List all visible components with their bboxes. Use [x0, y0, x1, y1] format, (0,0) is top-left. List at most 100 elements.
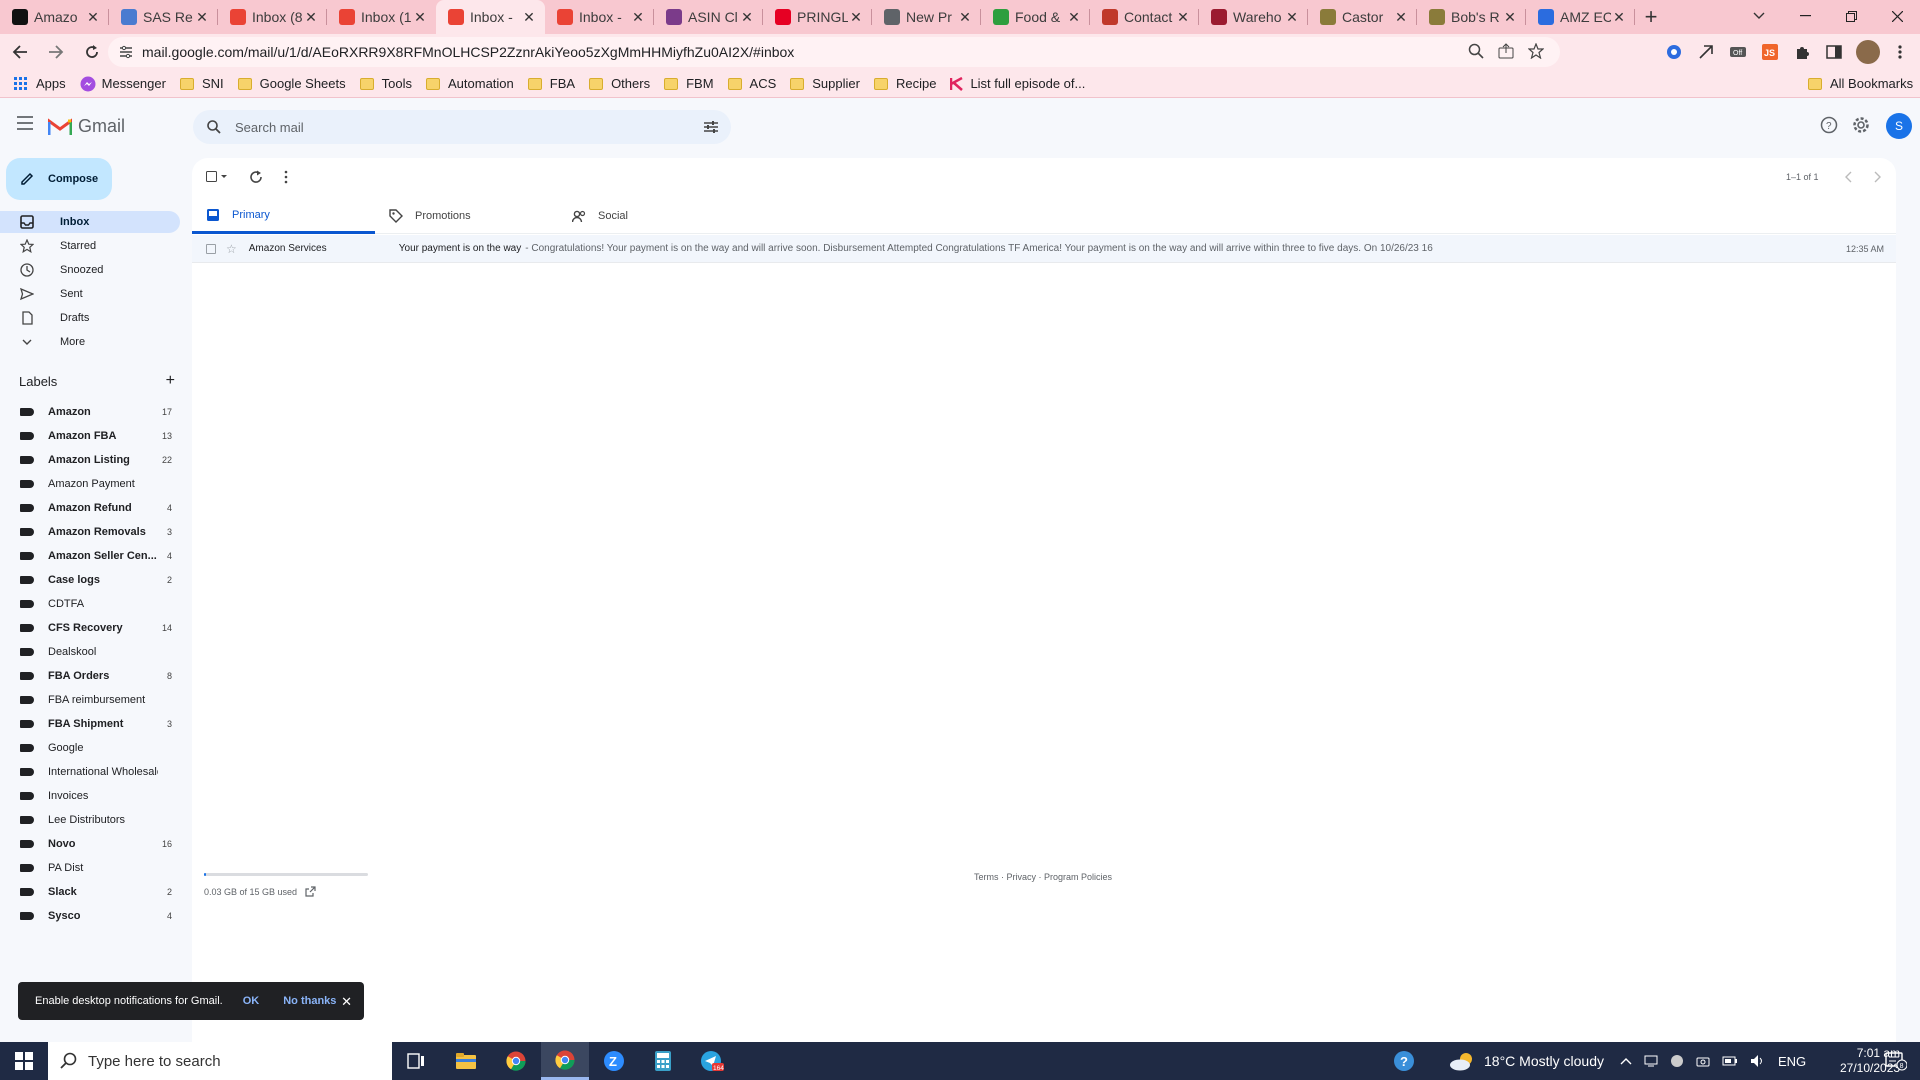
browser-tab[interactable]: Bob's R ✕ [1417, 0, 1526, 34]
chrome-profile-icon[interactable] [541, 1042, 589, 1080]
tab-primary[interactable]: Primary [192, 198, 375, 234]
bookmark-folder-tools[interactable]: Tools [359, 76, 412, 91]
close-tab-icon[interactable]: ✕ [1393, 9, 1409, 25]
bookmark-list-full-episode[interactable]: List full episode of... [950, 76, 1085, 91]
nav-item-drafts[interactable]: Drafts [0, 307, 180, 329]
browser-tab[interactable]: ASIN Cl ✕ [654, 0, 763, 34]
label-item[interactable]: CDTFA [0, 593, 180, 615]
email-checkbox[interactable] [206, 243, 216, 254]
label-item[interactable]: Dealskool [0, 641, 180, 663]
label-item[interactable]: Amazon 17 [0, 401, 180, 423]
close-tab-icon[interactable]: ✕ [848, 9, 864, 25]
label-item[interactable]: Google [0, 737, 180, 759]
task-view-icon[interactable] [392, 1042, 440, 1080]
snackbar-no-thanks-button[interactable]: No thanks [283, 995, 336, 1007]
search-mail-input[interactable]: Search mail [193, 110, 731, 144]
label-item[interactable]: Amazon Removals 3 [0, 521, 180, 543]
extension-off-icon[interactable]: Off [1728, 42, 1748, 62]
snackbar-ok-button[interactable]: OK [243, 995, 260, 1007]
new-tab-button[interactable]: + [1635, 0, 1667, 34]
label-item[interactable]: Lee Distributors [0, 809, 180, 831]
browser-menu-icon[interactable] [1890, 42, 1910, 62]
refresh-icon[interactable] [249, 170, 263, 184]
newer-page-icon[interactable] [1844, 170, 1854, 184]
label-item[interactable]: Amazon Listing 22 [0, 449, 180, 471]
bookmark-folder-automation[interactable]: Automation [426, 76, 514, 91]
help-icon[interactable]: ? [1820, 116, 1838, 134]
extension-arrow-icon[interactable] [1696, 42, 1716, 62]
extension-blue-icon[interactable] [1664, 42, 1684, 62]
reload-button[interactable] [76, 36, 108, 68]
calculator-icon[interactable] [639, 1042, 687, 1080]
browser-tab[interactable]: New Pr ✕ [872, 0, 981, 34]
label-item[interactable]: International Wholesale [0, 761, 180, 783]
browser-tab[interactable]: Inbox - ✕ [436, 0, 545, 34]
label-item[interactable]: Amazon FBA 13 [0, 425, 180, 447]
browser-tab[interactable]: Contact ✕ [1090, 0, 1199, 34]
notifications-icon[interactable]: 8 [1872, 1042, 1920, 1080]
account-avatar[interactable]: S [1886, 113, 1912, 139]
zoom-icon[interactable] [1468, 43, 1484, 59]
nav-item-snoozed[interactable]: Snoozed [0, 259, 180, 281]
browser-tab[interactable]: Food & ✕ [981, 0, 1090, 34]
address-bar[interactable]: mail.google.com/mail/u/1/d/AEoRXRR9X8RFM… [108, 37, 1560, 67]
label-item[interactable]: Case logs 2 [0, 569, 180, 591]
show-hidden-icons-chevron[interactable] [1620, 1057, 1632, 1065]
label-item[interactable]: PA Dist [0, 857, 180, 879]
tab-search-icon[interactable] [1736, 0, 1782, 32]
label-item[interactable]: Amazon Payment [0, 473, 180, 495]
search-options-icon[interactable] [703, 120, 719, 134]
browser-tab[interactable]: AMZ EC ✕ [1526, 0, 1635, 34]
label-item[interactable]: FBA Shipment 3 [0, 713, 180, 735]
tab-social[interactable]: Social [558, 198, 741, 234]
start-button[interactable] [0, 1042, 48, 1080]
label-item[interactable]: Novo 16 [0, 833, 180, 855]
extensions-puzzle-icon[interactable] [1792, 42, 1812, 62]
file-explorer-icon[interactable] [442, 1042, 490, 1080]
main-menu-icon[interactable] [16, 116, 34, 130]
close-tab-icon[interactable]: ✕ [85, 9, 101, 25]
browser-tab[interactable]: Wareho ✕ [1199, 0, 1308, 34]
restore-button[interactable] [1828, 0, 1874, 32]
browser-tab[interactable]: Inbox (1 ✕ [327, 0, 436, 34]
close-tab-icon[interactable]: ✕ [1175, 9, 1191, 25]
camera-tray-icon[interactable] [1696, 1055, 1710, 1067]
site-info-icon[interactable] [118, 44, 134, 60]
email-row[interactable]: ☆ Amazon Services Your payment is on the… [192, 235, 1896, 263]
settings-gear-icon[interactable] [1852, 116, 1870, 134]
bookmark-folder-sni[interactable]: SNI [179, 76, 224, 91]
battery-icon[interactable] [1722, 1055, 1738, 1067]
close-icon[interactable]: ✕ [341, 994, 352, 1010]
close-tab-icon[interactable]: ✕ [1611, 9, 1627, 25]
close-window-button[interactable] [1874, 0, 1920, 32]
older-page-icon[interactable] [1872, 170, 1882, 184]
share-icon[interactable] [1498, 43, 1514, 59]
star-icon[interactable]: ☆ [226, 242, 237, 256]
label-item[interactable]: Invoices [0, 785, 180, 807]
more-actions-icon[interactable] [284, 170, 288, 184]
nav-item-sent[interactable]: Sent [0, 283, 180, 305]
close-tab-icon[interactable]: ✕ [303, 9, 319, 25]
close-tab-icon[interactable]: ✕ [957, 9, 973, 25]
label-item[interactable]: FBA Orders 8 [0, 665, 180, 687]
label-item[interactable]: Amazon Seller Cen... 4 [0, 545, 180, 567]
tab-promotions[interactable]: Promotions [375, 198, 558, 234]
bookmark-messenger[interactable]: Messenger [80, 76, 166, 92]
browser-tab[interactable]: PRINGL ✕ [763, 0, 872, 34]
side-panel-icon[interactable] [1824, 42, 1844, 62]
volume-icon[interactable] [1750, 1054, 1766, 1068]
browser-tab[interactable]: SAS Re ✕ [109, 0, 218, 34]
nav-item-inbox[interactable]: Inbox [0, 211, 180, 233]
label-item[interactable]: Amazon Refund 4 [0, 497, 180, 519]
bookmark-folder-acs[interactable]: ACS [727, 76, 776, 91]
bookmark-folder-google-sheets[interactable]: Google Sheets [237, 76, 346, 91]
profile-avatar-icon[interactable] [1856, 40, 1880, 64]
close-tab-icon[interactable]: ✕ [1502, 9, 1518, 25]
taskbar-search-input[interactable]: Type here to search [48, 1042, 392, 1080]
browser-tab[interactable]: Amazo ✕ [0, 0, 109, 34]
label-item[interactable]: Sysco 4 [0, 905, 180, 927]
bookmark-apps[interactable]: Apps [14, 76, 66, 91]
forward-button[interactable] [40, 36, 72, 68]
gmail-logo[interactable]: Gmail [48, 116, 125, 137]
weather-widget[interactable]: 18°C Mostly cloudy [1448, 1042, 1604, 1080]
